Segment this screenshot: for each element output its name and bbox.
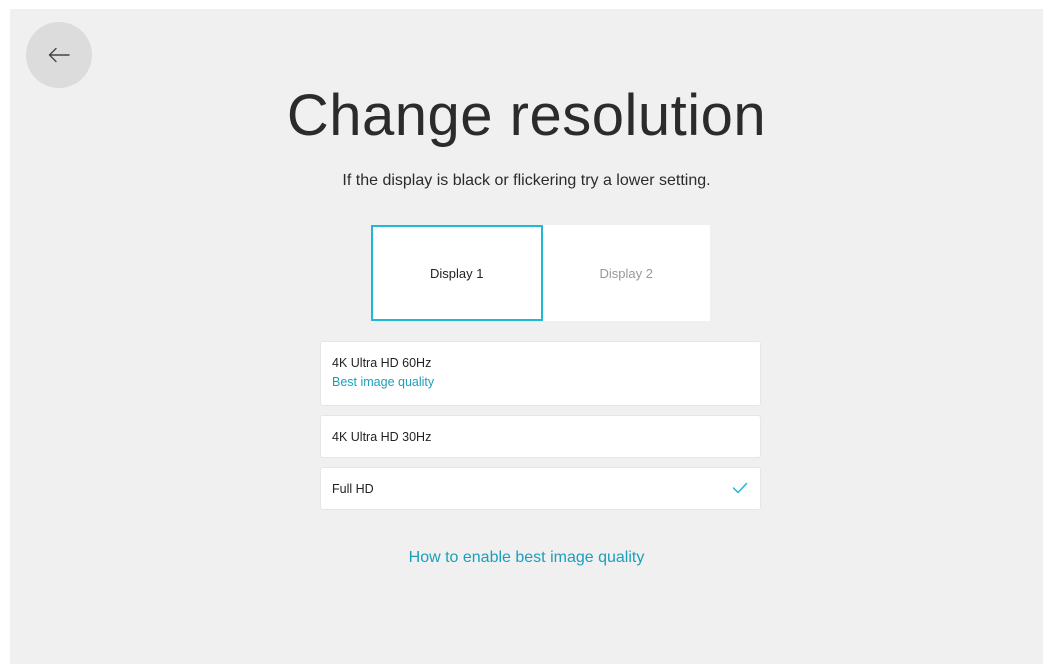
- settings-panel: Change resolution If the display is blac…: [10, 9, 1043, 664]
- arrow-left-icon: [48, 47, 70, 63]
- tab-label: Display 1: [430, 265, 484, 281]
- help-link[interactable]: How to enable best image quality: [10, 549, 1043, 567]
- resolution-options: 4K Ultra HD 60Hz Best image quality 4K U…: [321, 342, 760, 520]
- option-4k-60hz[interactable]: 4K Ultra HD 60Hz Best image quality: [321, 342, 760, 405]
- tab-label: Display 2: [599, 265, 653, 281]
- option-4k-30hz[interactable]: 4K Ultra HD 30Hz: [321, 416, 760, 457]
- option-label: Full HD: [332, 481, 374, 496]
- option-full-hd[interactable]: Full HD: [321, 468, 760, 509]
- checkmark-icon: [732, 481, 748, 499]
- back-button[interactable]: [26, 22, 92, 88]
- option-label: 4K Ultra HD 60Hz: [332, 356, 432, 370]
- page-title: Change resolution: [286, 83, 767, 148]
- tab-display-2[interactable]: Display 2: [542, 225, 710, 321]
- page-subtitle: If the display is black or flickering tr…: [342, 172, 711, 189]
- option-label: 4K Ultra HD 30Hz: [332, 429, 432, 444]
- display-tabs: Display 1 Display 2: [371, 225, 710, 321]
- tab-display-1[interactable]: Display 1: [371, 225, 543, 321]
- option-sublabel: Best image quality: [332, 375, 435, 389]
